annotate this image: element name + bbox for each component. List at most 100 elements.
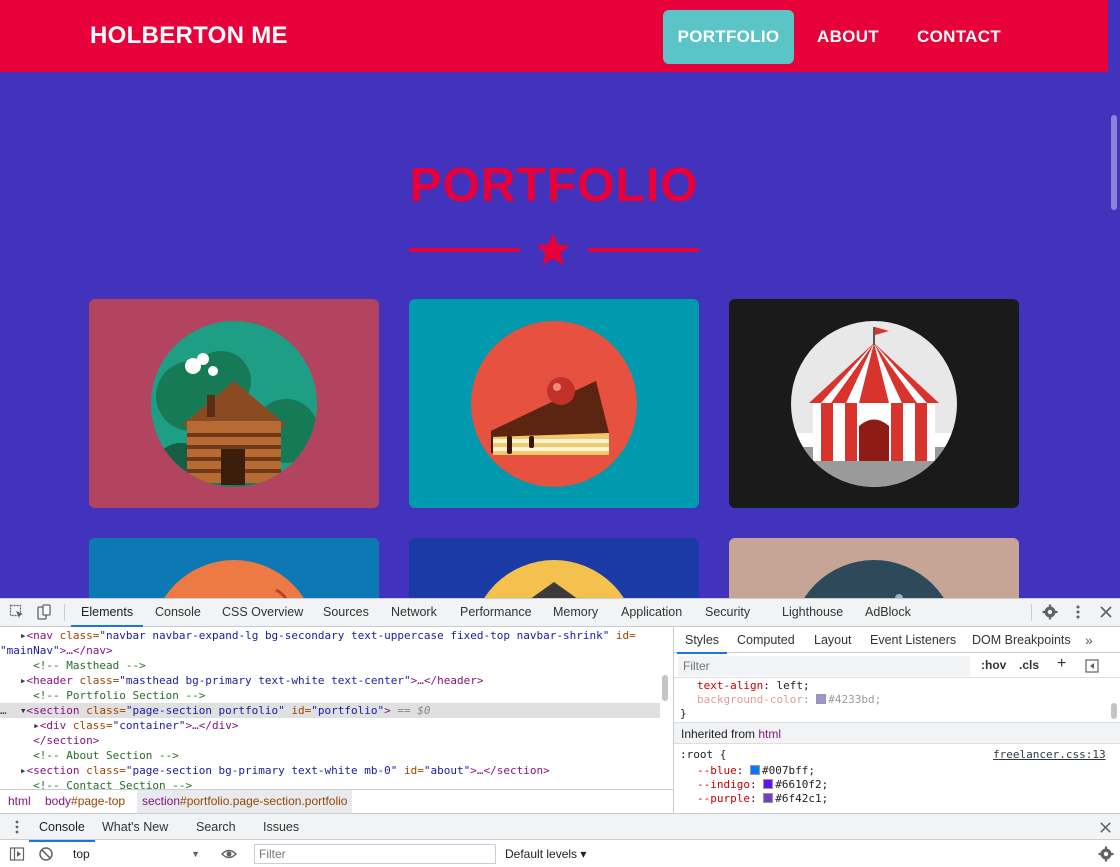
tab-event-listeners[interactable]: Event Listeners — [870, 627, 956, 653]
divider-line-left — [409, 248, 520, 252]
color-swatch[interactable] — [816, 694, 827, 704]
tab-dom-breakpoints[interactable]: DOM Breakpoints — [972, 627, 1071, 653]
var-purple[interactable]: --purple: #6f42c1; — [697, 792, 828, 806]
breadcrumb-section[interactable]: section#portfolio.page-section.portfolio — [137, 790, 353, 813]
star-icon — [536, 233, 570, 265]
drawer-tab-search[interactable]: Search — [196, 814, 236, 841]
tab-css-overview[interactable]: CSS Overview — [222, 599, 303, 626]
portfolio-item-submarine[interactable] — [729, 538, 1019, 598]
context-select[interactable]: top ▼ — [68, 844, 204, 864]
dom-node-header[interactable]: ▸<header class="masthead bg-primary text… — [0, 673, 660, 688]
hov-toggle[interactable]: :hov — [981, 658, 1006, 672]
prop-background-color[interactable]: background-color: #4233bd; — [697, 693, 881, 707]
tab-adblock[interactable]: AdBlock — [865, 599, 911, 626]
page-scrollbar[interactable] — [1108, 0, 1120, 598]
inherited-html-link[interactable]: html — [758, 727, 781, 741]
new-rule-plus-icon[interactable]: + — [1057, 655, 1066, 673]
settings-gear-icon[interactable] — [1042, 604, 1058, 620]
tab-network[interactable]: Network — [391, 599, 437, 626]
toggle-sidebar-icon[interactable] — [1085, 659, 1099, 673]
tab-security[interactable]: Security — [705, 599, 750, 626]
dom-tree-scrollbar[interactable] — [662, 675, 668, 701]
page-scrollbar-thumb[interactable] — [1111, 115, 1117, 210]
more-tabs-chevron-icon[interactable]: » — [1085, 627, 1093, 653]
tab-application[interactable]: Application — [621, 599, 682, 626]
cls-toggle[interactable]: .cls — [1019, 658, 1039, 672]
tabbar-divider — [64, 604, 65, 621]
tab-sources[interactable]: Sources — [323, 599, 369, 626]
live-expression-eye-icon[interactable] — [221, 847, 237, 861]
more-options-icon[interactable] — [1070, 604, 1086, 620]
clear-console-icon[interactable] — [38, 846, 54, 862]
default-levels-dropdown[interactable]: Default levels ▾ — [505, 844, 586, 864]
nav-portfolio-link[interactable]: PORTFOLIO — [663, 10, 794, 64]
devtools-tabbar: Elements Console CSS Overview Sources Ne… — [0, 599, 1120, 627]
brand-link[interactable]: HOLBERTON ME — [90, 22, 288, 50]
divider-line-right — [588, 248, 699, 252]
devtools-panel: Elements Console CSS Overview Sources Ne… — [0, 598, 1120, 867]
nav-about-link[interactable]: ABOUT — [806, 10, 890, 64]
drawer-menu-icon[interactable] — [9, 819, 25, 835]
portfolio-item-circus[interactable] — [729, 299, 1019, 508]
styles-filter-input[interactable] — [678, 656, 970, 676]
portfolio-item-cabin[interactable] — [89, 299, 379, 508]
drawer-tab-issues[interactable]: Issues — [263, 814, 299, 841]
tab-styles[interactable]: Styles — [676, 627, 728, 654]
console-toolbar: top▼ Default levels ▾ — [0, 840, 1120, 867]
tab-elements[interactable]: Elements — [70, 599, 144, 627]
dom-node-nav-cont: "mainNav">…</nav> — [0, 644, 113, 657]
inherited-header: Inherited from html — [674, 722, 1120, 744]
color-swatch[interactable] — [763, 793, 774, 803]
var-indigo[interactable]: --indigo: #6610f2; — [697, 778, 828, 792]
chevron-down-icon: ▼ — [191, 849, 200, 859]
tab-layout[interactable]: Layout — [814, 627, 852, 653]
styles-tabbar: Styles Computed Layout Event Listeners D… — [674, 627, 1120, 654]
color-swatch[interactable] — [763, 779, 774, 789]
root-selector: :root { — [680, 748, 727, 761]
tab-memory[interactable]: Memory — [553, 599, 598, 626]
tab-lighthouse[interactable]: Lighthouse — [782, 599, 843, 626]
source-link[interactable]: freelancer.css:13 — [993, 748, 1106, 762]
close-devtools-icon[interactable] — [1098, 604, 1114, 620]
close-drawer-icon[interactable] — [1098, 820, 1113, 835]
dom-comment-portfolio[interactable]: <!-- Portfolio Section --> — [0, 688, 660, 703]
breadcrumb-body[interactable]: body#page-top — [40, 790, 130, 813]
dom-node-section-close[interactable]: </section> — [0, 733, 660, 748]
navbar: HOLBERTON ME PORTFOLIO ABOUT CONTACT — [0, 0, 1108, 72]
safe-icon — [484, 560, 624, 598]
cabin-icon — [151, 321, 317, 487]
var-blue[interactable]: --blue: #007bff; — [697, 764, 815, 778]
dom-comment-masthead[interactable]: <!-- Masthead --> — [0, 658, 660, 673]
dom-comment-contact[interactable]: <!-- Contact Section --> — [0, 778, 660, 789]
dom-node-nav[interactable]: ▸<nav class="navbar navbar-expand-lg bg-… — [0, 628, 660, 643]
console-settings-gear-icon[interactable] — [1098, 846, 1114, 862]
cake-icon — [471, 321, 637, 487]
breadcrumb: html body#page-top section#portfolio.pag… — [0, 789, 673, 813]
prop-text-align[interactable]: text-align: left; — [697, 679, 810, 693]
drawer-tab-console[interactable]: Console — [29, 814, 95, 842]
console-filter-input[interactable] — [254, 844, 496, 864]
inspect-element-icon[interactable] — [9, 604, 25, 620]
tab-performance[interactable]: Performance — [460, 599, 532, 626]
drawer-tabbar: Console What's New Search Issues — [0, 813, 1120, 842]
portfolio-item-safe[interactable] — [409, 538, 699, 598]
device-toolbar-icon[interactable] — [36, 604, 52, 620]
dom-node-container[interactable]: ▸<div class="container">…</div> — [0, 718, 660, 733]
breadcrumb-html[interactable]: html — [3, 790, 36, 813]
color-swatch[interactable] — [750, 765, 760, 775]
tab-console[interactable]: Console — [155, 599, 201, 626]
portfolio-item-controller[interactable] — [89, 538, 379, 598]
dom-node-section-about[interactable]: ▸<section class="page-section bg-primary… — [0, 763, 660, 778]
styles-filter-row: :hov .cls + — [674, 654, 1120, 678]
console-sidebar-icon[interactable] — [9, 846, 25, 862]
portfolio-item-cake[interactable] — [409, 299, 699, 508]
styles-scrollbar[interactable] — [1111, 703, 1117, 719]
tabbar-divider-right — [1031, 604, 1032, 621]
dom-comment-about[interactable]: <!-- About Section --> — [0, 748, 660, 763]
styles-pane: Styles Computed Layout Event Listeners D… — [673, 627, 1120, 813]
section-title: PORTFOLIO — [409, 159, 699, 212]
tab-computed[interactable]: Computed — [737, 627, 795, 653]
dom-node-section-portfolio[interactable]: … ▾<section class="page-section portfoli… — [0, 703, 660, 718]
nav-contact-link[interactable]: CONTACT — [906, 10, 1012, 64]
drawer-tab-whats-new[interactable]: What's New — [102, 814, 168, 841]
